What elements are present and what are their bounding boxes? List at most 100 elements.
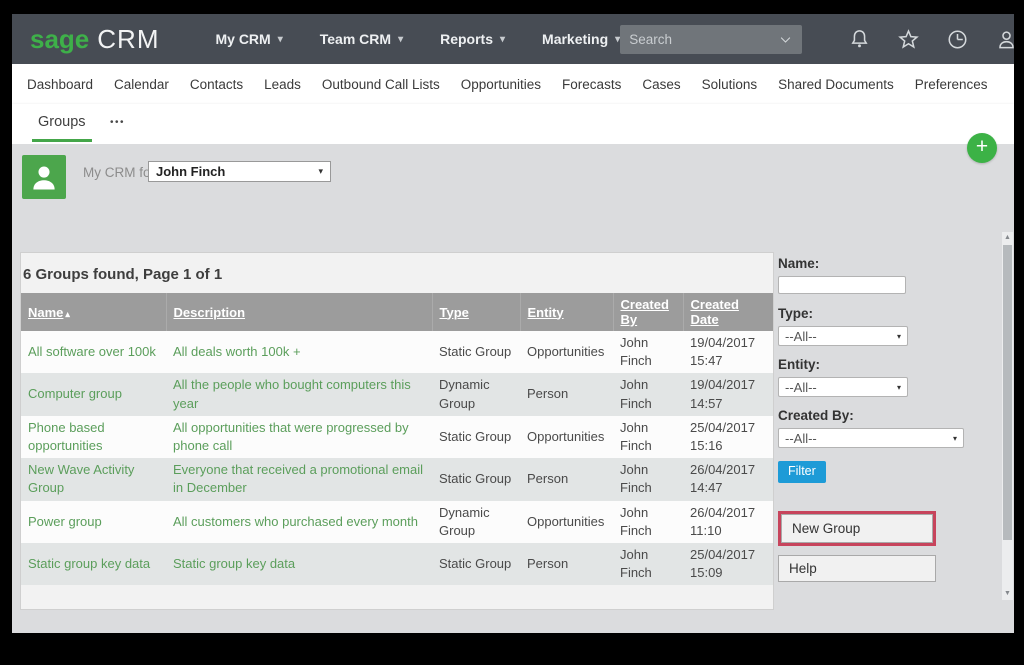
scroll-up-icon[interactable]: ▲ (1002, 232, 1013, 244)
group-description[interactable]: All deals worth 100k + (166, 331, 432, 373)
topnav-menu[interactable]: Marketing ▾ (542, 31, 620, 47)
filter-entity-value: --All-- (785, 379, 817, 395)
group-name-link[interactable]: Phone based opportunities (21, 416, 166, 458)
nav-tab[interactable]: Dashboard (27, 77, 93, 92)
group-name-link[interactable]: Static group key data (21, 543, 166, 585)
group-created-date: 25/04/2017 15:09 (690, 546, 756, 581)
group-name-link[interactable]: Computer group (21, 373, 166, 415)
group-created-date: 19/04/2017 14:57 (690, 377, 756, 411)
table-header-row: Name ▴ Description Type Entity Created By Crea… (21, 293, 773, 331)
table-row[interactable]: Phone based opportunities All opportunit… (21, 415, 773, 459)
groups-table-body: All software over 100k All deals worth 1… (21, 331, 773, 586)
filter-entity-label: Entity: (778, 357, 820, 372)
group-created-date: 26/04/2017 11:10 (690, 504, 756, 538)
column-header[interactable]: Description (165, 293, 432, 331)
table-row[interactable]: Static group key data Static group key d… (21, 542, 773, 586)
search-input[interactable] (629, 31, 779, 47)
global-search[interactable] (620, 24, 803, 54)
table-row[interactable]: New Wave Activity Group Everyone that re… (21, 458, 773, 501)
filter-created-by-label: Created By: (778, 408, 854, 423)
table-row[interactable]: All software over 100k All deals worth 1… (21, 331, 773, 374)
app-window: sage CRM My CRM ▾ Team CRM ▾ Reports ▾ M… (12, 14, 1014, 633)
group-entity: Person (527, 471, 569, 487)
column-header[interactable]: Created Date (682, 293, 773, 331)
group-name-link[interactable]: All software over 100k (21, 331, 166, 373)
group-description[interactable]: Everyone that received a promotional ema… (166, 458, 432, 500)
vertical-scrollbar[interactable]: ▲ ▼ (1002, 232, 1013, 600)
logo-sage: sage (30, 23, 90, 54)
group-created-by: John Finch (620, 462, 652, 496)
caret-down-icon: ▾ (896, 382, 901, 392)
nav-tab[interactable]: Leads (264, 77, 301, 92)
group-description[interactable]: All customers who purchased every month (166, 501, 432, 543)
nav-tab[interactable]: Contacts (190, 77, 243, 92)
nav-tab[interactable]: Cases (642, 77, 680, 92)
nav-tab[interactable]: Solutions (702, 77, 758, 92)
group-created-date: 26/04/2017 14:47 (690, 462, 756, 496)
nav-tab[interactable]: Forecasts (562, 77, 621, 92)
filter-type-value: --All-- (785, 328, 817, 344)
favorites-star-icon[interactable] (897, 28, 920, 51)
nav-tab[interactable]: Shared Documents (778, 77, 894, 92)
group-type: Dynamic Group (439, 377, 490, 411)
group-description[interactable]: All opportunities that were progressed b… (166, 416, 432, 458)
group-created-by: John Finch (620, 504, 652, 538)
recent-clock-icon[interactable] (946, 28, 969, 51)
add-new-button[interactable]: + (967, 133, 997, 163)
filter-created-by-value: --All-- (785, 430, 817, 446)
filter-created-by-select[interactable]: --All-- ▾ (778, 428, 964, 448)
nav-tab[interactable]: Calendar (114, 77, 169, 92)
user-profile-icon[interactable] (995, 28, 1014, 51)
sage-crm-logo[interactable]: sage CRM (30, 24, 159, 55)
group-created-by: John Finch (620, 377, 652, 411)
filter-entity-select[interactable]: --All-- ▾ (778, 377, 908, 397)
group-type: Static Group (439, 428, 512, 444)
caret-down-icon: ▾ (896, 331, 901, 341)
group-entity: Opportunities (527, 344, 605, 360)
column-header[interactable]: Type (431, 293, 520, 331)
topnav-menu[interactable]: My CRM ▾ (215, 31, 282, 47)
nav-tab[interactable]: Preferences (915, 77, 988, 92)
group-entity: Opportunities (527, 513, 605, 529)
topnav-menu[interactable]: Team CRM ▾ (320, 31, 403, 47)
group-created-date: 25/04/2017 15:16 (690, 419, 756, 453)
filter-type-select[interactable]: --All-- ▾ (778, 326, 908, 346)
group-created-by: John Finch (620, 335, 652, 369)
filter-name-input[interactable] (778, 276, 906, 294)
group-created-by: John Finch (620, 419, 652, 453)
scroll-down-icon[interactable]: ▼ (1002, 588, 1013, 600)
top-navigation-bar: sage CRM My CRM ▾ Team CRM ▾ Reports ▾ M… (12, 14, 1014, 64)
scrollbar-thumb[interactable] (1003, 245, 1012, 540)
caret-down-icon: ▾ (398, 33, 404, 45)
caret-down-icon: ▾ (952, 433, 957, 443)
topnav-menu-label: Reports (440, 31, 493, 47)
logo-crm: CRM (97, 23, 160, 54)
column-header[interactable]: Created By (612, 293, 683, 331)
table-row[interactable]: Computer group All the people who bought… (21, 373, 773, 416)
group-created-date: 19/04/2017 15:47 (690, 335, 756, 369)
topnav-menu-label: My CRM (215, 31, 271, 47)
filter-sidebar: Name: Type: --All-- ▾ Entity: --All-- ▾ … (778, 256, 998, 582)
topnav-menu[interactable]: Reports ▾ (440, 31, 505, 47)
column-header[interactable]: Entity (519, 293, 613, 331)
table-row[interactable]: Power group All customers who purchased … (21, 500, 773, 543)
avatar (22, 155, 66, 199)
search-dropdown-chevron-icon[interactable] (778, 32, 793, 47)
column-header[interactable]: Name ▴ (21, 293, 166, 331)
more-tabs-icon[interactable]: ••• (110, 117, 125, 128)
help-button[interactable]: Help (778, 555, 936, 582)
group-description[interactable]: All the people who bought computers this… (166, 373, 432, 415)
group-type: Static Group (439, 471, 512, 487)
tab-groups[interactable]: Groups (32, 104, 92, 142)
nav-tab[interactable]: Opportunities (461, 77, 541, 92)
topnav-icon-group (848, 28, 1014, 51)
nav-tab[interactable]: Outbound Call Lists (322, 77, 440, 92)
notifications-bell-icon[interactable] (848, 28, 871, 51)
user-select-dropdown[interactable]: John Finch ▾ (148, 161, 331, 182)
filter-button[interactable]: Filter (778, 461, 826, 483)
new-group-button[interactable]: New Group (781, 514, 933, 543)
group-name-link[interactable]: New Wave Activity Group (21, 458, 166, 500)
topnav-menu-label: Marketing (542, 31, 609, 47)
group-name-link[interactable]: Power group (21, 501, 166, 543)
group-description[interactable]: Static group key data (166, 543, 432, 585)
